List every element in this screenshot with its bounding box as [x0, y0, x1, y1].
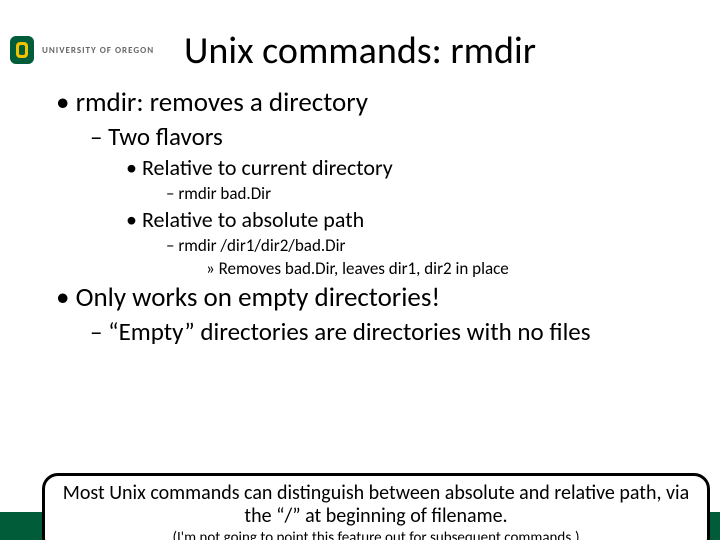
slide: UNIVERSITY OF OREGON Unix commands: rmdi…	[0, 28, 720, 540]
bullet-two-flavors: Two flavors	[90, 121, 680, 152]
university-logo: UNIVERSITY OF OREGON	[8, 30, 154, 70]
bullet-relative-current: Relative to current directory	[126, 154, 680, 181]
bullet-example-absolute: rmdir /dir1/dir2/bad.Dir	[166, 235, 680, 256]
bullet-empty-only: Only works on empty directories!	[56, 281, 680, 314]
callout-line1: Most Unix commands can distinguish betwe…	[59, 482, 693, 529]
university-name: UNIVERSITY OF OREGON	[42, 45, 154, 56]
callout-box: Most Unix commands can distinguish betwe…	[42, 473, 710, 540]
slide-body: rmdir: removes a directory Two flavors R…	[56, 86, 680, 347]
bullet-rmdir-desc: rmdir: removes a directory	[56, 86, 680, 119]
bullet-empty-def: “Empty” directories are directories with…	[90, 316, 680, 347]
bullet-relative-absolute: Relative to absolute path	[126, 206, 680, 233]
bullet-example-relative: rmdir bad.Dir	[166, 183, 680, 204]
bullet-removes-leaves: Removes bad.Dir, leaves dir1, dir2 in pl…	[206, 258, 680, 279]
oregon-o-icon	[8, 30, 36, 70]
callout-line2: (I'm not going to point this feature out…	[59, 529, 693, 540]
